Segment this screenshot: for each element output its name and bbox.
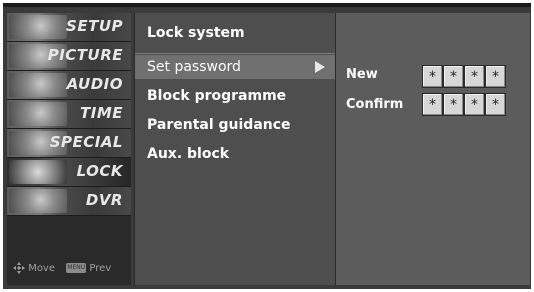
category-time[interactable]: TIME xyxy=(7,100,131,129)
menu-item-set-password[interactable]: Set password xyxy=(135,55,335,79)
time-thumbnail-icon xyxy=(9,102,67,126)
category-picture[interactable]: PICTURE xyxy=(7,42,131,71)
pin-digit[interactable]: * xyxy=(422,65,443,88)
audio-thumbnail-icon xyxy=(9,73,67,97)
category-label: SPECIAL xyxy=(49,133,123,151)
menu-divider xyxy=(135,53,335,54)
navigation-hints: Move MENU Prev xyxy=(13,262,131,284)
submenu-arrow-icon xyxy=(315,61,325,73)
lock-menu: Lock system Set password Block programme… xyxy=(134,13,336,285)
menu-key-icon: MENU xyxy=(66,263,87,273)
category-label: PICTURE xyxy=(47,46,123,64)
category-label: SETUP xyxy=(66,17,123,35)
category-special[interactable]: SPECIAL xyxy=(7,129,131,158)
pin-digit[interactable]: * xyxy=(422,93,443,116)
menu-item-aux-block[interactable]: Aux. block xyxy=(135,142,335,166)
pin-digit[interactable]: * xyxy=(485,93,506,116)
category-audio[interactable]: AUDIO xyxy=(7,71,131,100)
menu-item-block-programme[interactable]: Block programme xyxy=(135,84,335,108)
category-lock[interactable]: LOCK xyxy=(7,158,131,187)
menu-item-parental-guidance[interactable]: Parental guidance xyxy=(135,113,335,137)
category-setup[interactable]: SETUP xyxy=(7,13,131,42)
pin-digit[interactable]: * xyxy=(464,93,485,116)
pin-digit[interactable]: * xyxy=(464,65,485,88)
setup-thumbnail-icon xyxy=(9,15,67,39)
category-label: LOCK xyxy=(76,162,123,180)
tv-osd-screen: SETUP PICTURE AUDIO TIME SPECIAL LOCK DV… xyxy=(3,3,531,289)
move-hint: Move xyxy=(28,262,56,274)
category-label: TIME xyxy=(80,104,123,122)
lock-thumbnail-icon xyxy=(9,160,67,184)
prev-hint: Prev xyxy=(89,262,112,274)
password-panel: New * * * * Confirm * * * * xyxy=(336,13,530,285)
category-label: DVR xyxy=(85,191,123,209)
menu-item-label: Set password xyxy=(147,59,241,75)
top-border xyxy=(3,3,531,7)
menu-item-label: Block programme xyxy=(147,88,287,104)
category-sidebar: SETUP PICTURE AUDIO TIME SPECIAL LOCK DV… xyxy=(7,13,131,285)
confirm-password-label: Confirm xyxy=(346,97,404,112)
category-dvr[interactable]: DVR xyxy=(7,187,131,216)
pin-digit[interactable]: * xyxy=(485,65,506,88)
pin-digit[interactable]: * xyxy=(443,93,464,116)
category-label: AUDIO xyxy=(66,75,123,93)
menu-title: Lock system xyxy=(147,25,245,41)
move-arrows-icon xyxy=(13,262,25,274)
menu-item-label: Parental guidance xyxy=(147,117,291,133)
menu-item-label: Aux. block xyxy=(147,146,230,162)
pin-digit[interactable]: * xyxy=(443,65,464,88)
new-password-label: New xyxy=(346,67,378,82)
dvr-thumbnail-icon xyxy=(9,189,67,213)
